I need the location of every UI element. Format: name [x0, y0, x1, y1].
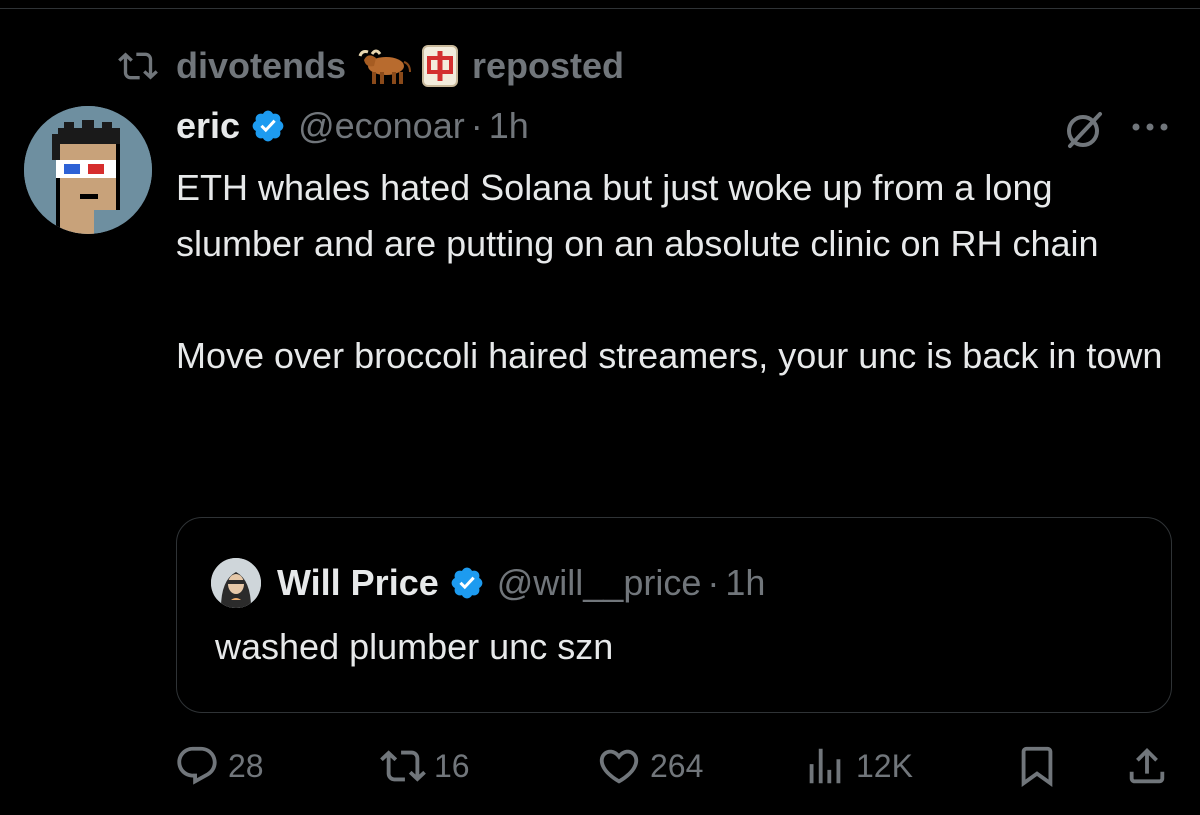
- author-handle[interactable]: @econoar: [298, 105, 465, 147]
- views-button[interactable]: 12K: [802, 736, 913, 796]
- mahjong-tile-emoji-icon: [422, 45, 459, 87]
- quoted-tweet-timestamp[interactable]: 1h: [725, 562, 765, 604]
- tweet-paragraph: ETH whales hated Solana but just woke up…: [176, 167, 1099, 264]
- verified-badge-icon: [451, 567, 483, 599]
- views-count: 12K: [856, 747, 913, 784]
- share-button[interactable]: [1124, 736, 1178, 796]
- top-divider: [0, 8, 1200, 9]
- tweet-text: ETH whales hated Solana but just woke up…: [176, 160, 1166, 384]
- like-count: 264: [650, 747, 704, 784]
- repost-icon: [118, 52, 158, 80]
- like-button[interactable]: 264: [596, 736, 703, 796]
- hooded-figure-avatar-image: [211, 558, 261, 608]
- separator-dot: ·: [470, 105, 483, 146]
- repost-context[interactable]: divotends reposted: [114, 44, 624, 88]
- quoted-tweet-text: washed plumber unc szn: [215, 626, 614, 667]
- bookmark-icon: [1021, 746, 1053, 787]
- more-icon[interactable]: [1128, 112, 1172, 142]
- author-display-name[interactable]: eric: [176, 105, 240, 147]
- ox-emoji-icon: [358, 49, 412, 84]
- tweet-timestamp[interactable]: 1h: [489, 105, 529, 147]
- separator-dot: ·: [707, 562, 720, 603]
- quoted-tweet-header: Will Price @will__price · 1h: [211, 558, 765, 608]
- heart-icon: [599, 749, 639, 784]
- grok-icon[interactable]: [1062, 108, 1106, 152]
- views-icon: [809, 748, 841, 784]
- quoted-author-handle[interactable]: @will__price: [497, 562, 702, 604]
- reply-count: 28: [228, 747, 264, 784]
- reposted-label: reposted: [472, 45, 625, 86]
- repost-button[interactable]: 16: [380, 736, 470, 796]
- verified-badge-icon: [252, 110, 284, 142]
- reply-icon: [177, 746, 217, 785]
- repost-count: 16: [434, 747, 470, 784]
- quoted-author-avatar[interactable]: [211, 558, 261, 608]
- author-avatar[interactable]: [24, 106, 152, 234]
- tweet-paragraph: Move over broccoli haired streamers, you…: [176, 335, 1163, 376]
- tweet-header: eric @econoar · 1h: [176, 102, 529, 150]
- reply-button[interactable]: 28: [174, 736, 264, 796]
- share-icon: [1129, 747, 1165, 784]
- bookmark-button[interactable]: [1014, 736, 1068, 796]
- cryptopunk-avatar-image: [24, 106, 152, 234]
- quoted-tweet-card[interactable]: Will Price @will__price · 1h washed plum…: [176, 517, 1172, 713]
- reposter-name[interactable]: divotends: [176, 45, 346, 87]
- action-bar: 28 16 264 12K: [0, 736, 1200, 796]
- quoted-author-display-name[interactable]: Will Price: [277, 562, 439, 604]
- repost-icon: [380, 750, 426, 782]
